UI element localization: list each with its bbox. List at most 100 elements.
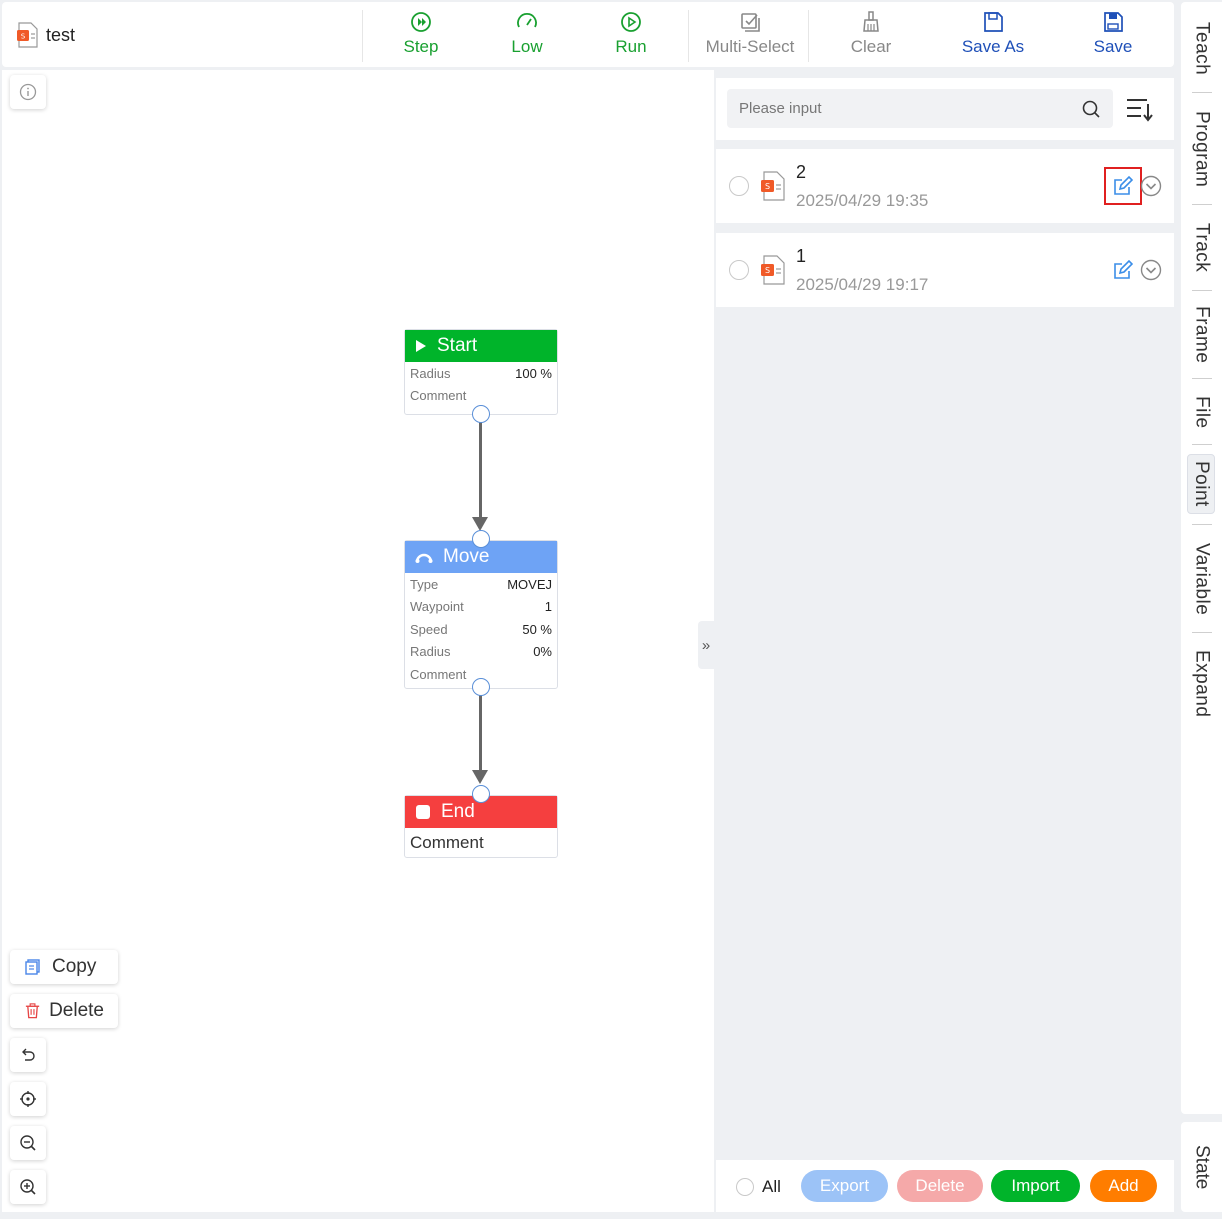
undo-icon: [22, 1048, 35, 1061]
tab-divider: [1192, 632, 1212, 633]
tab-divider: [1192, 204, 1212, 205]
start-node[interactable]: Start Radius 100 % Comment: [404, 329, 558, 423]
side-tab-bar: Teach Program Track Frame File Point Var…: [1181, 2, 1222, 1114]
copy-icon: [25, 959, 40, 975]
top-toolbar: S test Step Low Run Multi-Select Clear S…: [2, 2, 1174, 67]
edit-point-button[interactable]: [1104, 167, 1142, 205]
tab-divider: [1192, 378, 1212, 379]
tab-teach[interactable]: Teach: [1181, 10, 1222, 88]
move-node[interactable]: Move Type MOVEJ Waypoint 1 Speed 50 % Ra…: [404, 530, 558, 696]
node-field-row: Waypoint 1: [405, 596, 557, 619]
info-icon: [19, 83, 37, 101]
search-icon[interactable]: [1081, 99, 1101, 119]
item-radio[interactable]: [729, 176, 749, 196]
sort-icon[interactable]: [1125, 95, 1153, 123]
export-button[interactable]: Export: [801, 1170, 888, 1202]
tab-label: File: [1191, 395, 1213, 429]
tab-label: Point: [1191, 461, 1212, 507]
play-icon: [416, 340, 426, 352]
save-as-button[interactable]: Save As: [948, 10, 1038, 62]
undo-button[interactable]: [10, 1038, 46, 1072]
select-all-label: All: [762, 1177, 781, 1196]
multi-select-button[interactable]: Multi-Select: [702, 10, 798, 62]
add-point-button[interactable]: Add: [1090, 1170, 1157, 1202]
output-port[interactable]: [472, 405, 490, 423]
edit-point-button[interactable]: [1112, 259, 1134, 281]
multi-select-icon: [741, 13, 760, 32]
point-date: 2025/04/29 19:17: [796, 275, 929, 294]
locate-center-button[interactable]: [10, 1082, 46, 1116]
tab-track[interactable]: Track: [1181, 210, 1222, 286]
node-field-row: Radius 100 %: [405, 362, 557, 385]
field-value: 100 %: [515, 365, 552, 381]
point-file-icon: S: [761, 171, 785, 201]
file-name: test: [46, 24, 76, 45]
arc-move-icon: [415, 553, 433, 563]
copy-button[interactable]: Copy: [10, 950, 118, 984]
end-node[interactable]: End Comment: [404, 785, 558, 858]
tab-file[interactable]: File: [1181, 384, 1222, 440]
search-box: [727, 89, 1113, 128]
input-port[interactable]: [472, 530, 490, 548]
double-chevron-right-icon: »: [701, 636, 711, 654]
output-port[interactable]: [472, 678, 490, 696]
save-as-icon: [984, 12, 1003, 32]
step-button[interactable]: Step: [376, 10, 466, 62]
point-name: 2: [796, 162, 807, 182]
multi-select-label: Multi-Select: [705, 37, 795, 56]
info-button[interactable]: [10, 75, 46, 109]
edge-arrow: [472, 770, 488, 784]
select-all-radio[interactable]: [736, 1178, 754, 1196]
field-key: Type: [410, 576, 439, 592]
panel-search-bar: [716, 78, 1174, 140]
run-button[interactable]: Run: [586, 10, 676, 62]
collapse-panel-button[interactable]: »: [698, 621, 714, 669]
chevron-down-circle-icon[interactable]: [1140, 259, 1162, 281]
zoom-out-button[interactable]: [10, 1126, 46, 1160]
node-field-row: Radius 0%: [405, 641, 557, 664]
input-port[interactable]: [472, 785, 490, 803]
chevron-down-circle-icon[interactable]: [1140, 175, 1162, 197]
flow-canvas[interactable]: Start Radius 100 % Comment Move Type MOV…: [2, 70, 714, 1212]
tab-point[interactable]: Point: [1187, 454, 1215, 514]
move-node-title: Move: [443, 546, 490, 567]
low-button[interactable]: Low: [482, 10, 572, 62]
field-key: Radius: [410, 365, 451, 381]
search-input[interactable]: [739, 100, 1081, 117]
delete-points-button[interactable]: Delete: [897, 1170, 983, 1202]
point-list-item[interactable]: S 1 2025/04/29 19:17: [716, 233, 1174, 307]
flow-edge: [479, 692, 482, 772]
field-key: Speed: [410, 621, 448, 637]
clear-button[interactable]: Clear: [826, 10, 916, 62]
zoom-in-icon: [20, 1179, 36, 1195]
tab-program[interactable]: Program: [1181, 98, 1222, 200]
file-title: S test: [16, 22, 75, 48]
start-node-header: Start: [405, 330, 557, 362]
import-button[interactable]: Import: [991, 1170, 1080, 1202]
field-key: Waypoint: [410, 599, 464, 615]
tab-variable[interactable]: Variable: [1181, 530, 1222, 628]
item-radio[interactable]: [729, 260, 749, 280]
end-node-title: End: [441, 801, 475, 822]
tab-label: State: [1191, 1144, 1213, 1190]
field-key: Radius: [410, 644, 451, 660]
svg-text:S: S: [21, 33, 26, 41]
tab-state[interactable]: State: [1181, 1122, 1222, 1212]
save-icon: [1104, 12, 1123, 32]
step-label: Step: [403, 37, 439, 56]
select-all[interactable]: All: [736, 1177, 781, 1197]
zoom-in-button[interactable]: [10, 1170, 46, 1204]
speedometer-icon: [517, 13, 537, 28]
tab-expand[interactable]: Expand: [1181, 638, 1222, 730]
tab-label: Variable: [1191, 542, 1213, 616]
broom-icon: [863, 11, 879, 32]
field-value: 50 %: [522, 621, 552, 637]
tab-frame[interactable]: Frame: [1181, 296, 1222, 374]
tab-divider: [1192, 92, 1212, 93]
delete-node-button[interactable]: Delete: [10, 994, 118, 1028]
edge-arrow: [472, 517, 488, 531]
field-key: Comment: [410, 388, 467, 404]
save-button[interactable]: Save: [1068, 10, 1158, 62]
tab-label: Track: [1191, 223, 1213, 273]
point-list-item[interactable]: S 2 2025/04/29 19:35: [716, 149, 1174, 223]
